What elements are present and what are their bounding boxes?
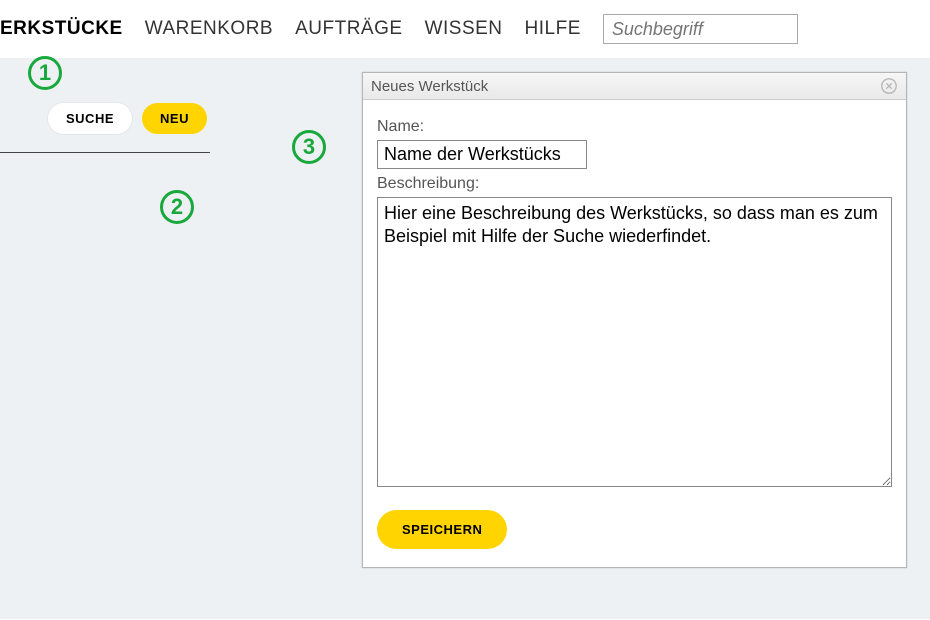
description-label: Beschreibung: <box>377 175 892 193</box>
divider <box>0 152 210 153</box>
nav-wissen[interactable]: WISSEN <box>425 18 503 40</box>
global-search-input[interactable] <box>603 14 798 44</box>
nav-werkstuecke[interactable]: ERKSTÜCKE <box>0 18 123 40</box>
new-werkstueck-dialog: Neues Werkstück Name: Beschreibung: SPEI… <box>362 72 907 568</box>
annotation-3: 3 <box>292 130 326 164</box>
description-textarea[interactable] <box>377 197 892 487</box>
top-navigation: ERKSTÜCKE WARENKORB AUFTRÄGE WISSEN HILF… <box>0 0 930 59</box>
dialog-body: Name: Beschreibung: SPEICHERN <box>363 100 906 567</box>
name-input[interactable] <box>377 140 587 169</box>
nav-warenkorb[interactable]: WARENKORB <box>145 18 273 40</box>
annotation-1: 1 <box>28 56 62 90</box>
dialog-title: Neues Werkstück <box>371 78 488 95</box>
suche-button[interactable]: SUCHE <box>48 103 132 134</box>
neu-button[interactable]: NEU <box>142 103 207 134</box>
speichern-button[interactable]: SPEICHERN <box>377 510 507 549</box>
annotation-2: 2 <box>160 190 194 224</box>
nav-auftraege[interactable]: AUFTRÄGE <box>295 18 402 40</box>
dialog-titlebar: Neues Werkstück <box>363 73 906 100</box>
nav-hilfe[interactable]: HILFE <box>525 18 581 40</box>
close-icon[interactable] <box>880 77 898 95</box>
name-label: Name: <box>377 118 892 136</box>
